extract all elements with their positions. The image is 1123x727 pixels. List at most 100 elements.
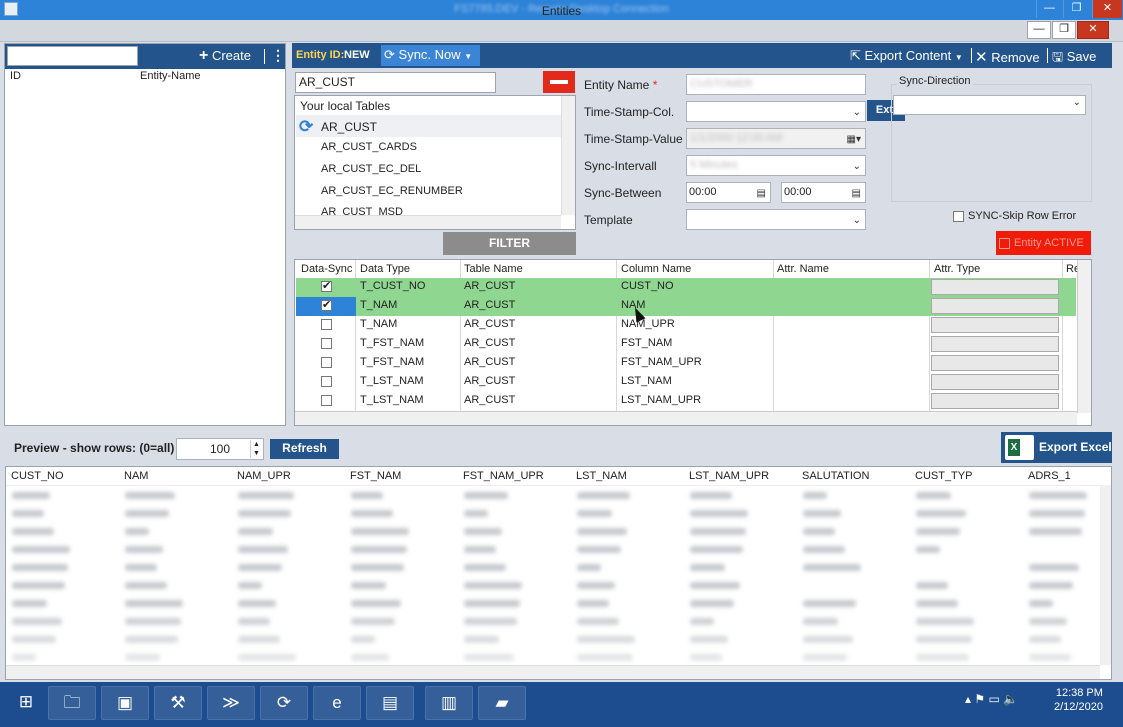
preview-header[interactable]: FST_NAM [350,470,401,482]
attr-type-select[interactable] [931,317,1059,333]
preview-header[interactable]: LST_NAM_UPR [689,470,769,482]
grid-row[interactable]: T_FST_NAM AR_CUST FST_NAM [296,335,1076,354]
attr-type-select[interactable] [931,374,1059,390]
preview-header[interactable]: SALUTATION [802,470,869,482]
preview-header[interactable]: NAM_UPR [237,470,291,482]
data-sync-checkbox[interactable] [321,376,332,387]
grid-row[interactable]: T_NAM AR_CUST NAM_UPR [296,316,1076,335]
create-button[interactable]: + Create [199,47,251,65]
attr-type-select[interactable] [931,298,1059,314]
tools-icon[interactable]: ⚒ [154,686,202,720]
powershell-icon[interactable]: ≫ [207,686,255,720]
preview-header[interactable]: FST_NAM_UPR [463,470,544,482]
save-icon: 🖫 [1052,49,1064,64]
table-item[interactable]: AR_CUST_EC_RENUMBER [321,185,463,197]
entity-name-input[interactable]: CUSTOMER [686,74,866,95]
start-windows-icon[interactable]: ⊞ [2,686,50,720]
more-options-icon[interactable]: ⋮ [271,47,285,64]
grid-vertical-scrollbar[interactable] [1077,260,1091,413]
preview-horizontal-scrollbar[interactable] [6,665,1100,679]
remove-button[interactable]: ✕ Remove [975,48,1040,66]
table-item[interactable]: AR_CUST_CARDS [321,141,417,153]
filter-button[interactable]: FILTER [443,232,576,255]
sync-interval-label: Sync-Intervall [584,159,657,173]
grid-header-data-type[interactable]: Data Type [360,263,410,275]
remove-table-button[interactable] [543,71,575,93]
sync-now-button[interactable]: ⟳ Sync. Now ▼ [381,45,480,66]
refresh-button[interactable]: Refresh [270,439,339,459]
entity-id-label: Entity ID: [296,49,345,61]
column-header-entity-name[interactable]: Entity-Name [140,70,201,82]
grid-header-column-name[interactable]: Column Name [621,263,691,275]
blurred-cell [577,546,621,553]
tables-vertical-scrollbar[interactable] [561,96,575,215]
storage-icon[interactable]: ▰ [478,686,526,720]
grid-row[interactable]: T_FST_NAM AR_CUST FST_NAM_UPR [296,354,1076,373]
grid-header-attr-name[interactable]: Attr. Name [777,263,829,275]
blurred-cell [577,564,601,571]
app-close-button[interactable]: ✕ [1077,21,1109,39]
column-header-id[interactable]: ID [10,70,21,82]
entity-search-input[interactable] [7,46,138,66]
table-item[interactable]: AR_CUST [321,120,377,134]
app-restore-button[interactable]: ❐ [1052,21,1076,39]
preview-rows-stepper[interactable]: 100 ▲ ▼ [176,438,264,460]
sync-between-to-input[interactable]: 00:00 ▤ [781,182,866,203]
database-tool-icon[interactable]: ▥ [425,686,473,720]
grid-header-data-sync[interactable]: Data-Sync [301,263,352,275]
preview-header[interactable]: CUST_TYP [915,470,972,482]
grid-header-table-name[interactable]: Table Name [464,263,523,275]
file-explorer-icon[interactable]: 🗀 [48,686,96,720]
attr-type-select[interactable] [931,336,1059,352]
table-item[interactable]: AR_CUST_EC_DEL [321,163,421,175]
sync-app-icon[interactable]: ⟳ [260,686,308,720]
timestamp-value-input[interactable]: 1/1/2000 12:00 AM ▦▾ [686,128,866,149]
data-sync-checkbox[interactable]: ✔ [321,281,332,292]
sync-direction-select[interactable]: ⌄ [893,95,1086,115]
app-green-icon[interactable]: ▣ [101,686,149,720]
blurred-cell [803,492,827,499]
app-minimize-button[interactable]: — [1027,21,1051,39]
tables-horizontal-scrollbar[interactable] [295,215,561,229]
grid-row[interactable]: T_LST_NAM AR_CUST LST_NAM [296,373,1076,392]
sync-between-from-input[interactable]: 00:00 ▤ [686,182,771,203]
grid-horizontal-scrollbar[interactable] [295,411,1077,425]
attr-type-select[interactable] [931,393,1059,409]
preview-vertical-scrollbar[interactable] [1100,485,1111,665]
data-sync-checkbox[interactable] [321,338,332,349]
skip-row-error-checkbox[interactable]: SYNC-Skip Row Error [953,210,1076,222]
server-manager-icon[interactable]: ▤ [366,686,414,720]
blurred-cell [464,510,488,517]
preview-header[interactable]: NAM [124,470,148,482]
data-sync-checkbox[interactable] [321,319,332,330]
grid-row[interactable]: ✔ T_CUST_NO AR_CUST CUST_NO [296,278,1076,297]
blurred-cell [351,564,404,571]
export-content-button[interactable]: ⇱ Export Content ▼ [850,48,963,64]
blurred-cell [12,510,44,517]
blurred-cell [577,600,609,607]
entity-active-toggle[interactable]: Entity ACTIVE [996,231,1091,255]
save-button[interactable]: 🖫 Save [1052,48,1096,70]
table-search-input[interactable]: AR_CUST [295,72,496,93]
stepper-arrows-icon[interactable]: ▲ ▼ [250,440,262,458]
data-sync-checkbox[interactable] [321,395,332,406]
internet-explorer-icon[interactable]: e [313,686,361,720]
grid-row[interactable]: ✔ T_NAM AR_CUST NAM [296,297,1076,316]
chevron-down-icon: ⌄ [852,107,861,118]
blurred-cell [351,492,383,499]
attr-type-select[interactable] [931,355,1059,371]
template-select[interactable]: ⌄ [686,209,866,230]
preview-header[interactable]: LST_NAM [576,470,627,482]
system-clock[interactable]: 12:38 PM 2/12/2020 [1054,687,1103,713]
data-sync-checkbox[interactable]: ✔ [321,300,332,311]
sync-interval-select[interactable]: 5 Minutes ⌄ [686,155,866,176]
grid-row[interactable]: T_LST_NAM AR_CUST LST_NAM_UPR [296,392,1076,411]
preview-header[interactable]: CUST_NO [11,470,64,482]
data-sync-checkbox[interactable] [321,357,332,368]
export-icon: ⇱ [850,48,861,63]
system-tray-icons[interactable]: ▴ ⚑ ▭ 🔈 [965,692,1018,706]
grid-header-attr-type[interactable]: Attr. Type [934,263,980,275]
attr-type-select[interactable] [931,279,1059,295]
preview-header[interactable]: ADRS_1 [1028,470,1071,482]
timestamp-col-select[interactable]: ⌄ [686,101,866,122]
